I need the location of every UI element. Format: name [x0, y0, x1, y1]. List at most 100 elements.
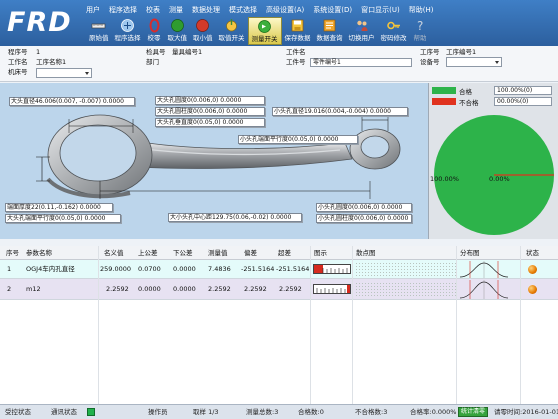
distribution-curve	[459, 280, 509, 299]
row-name: OGJ4车内孔直径	[26, 265, 75, 273]
measure-icon	[257, 19, 272, 34]
switch-user-label: 切换用户	[348, 34, 375, 42]
program-no-label: 程序号	[8, 48, 28, 56]
chevron-down-icon	[85, 72, 89, 75]
take-min-button[interactable]: 取小值	[190, 17, 216, 45]
row-measured: 2.2592	[208, 285, 231, 293]
menu-window[interactable]: 窗口显示(U)	[361, 4, 400, 16]
equipment-label: 设备号	[420, 58, 440, 66]
workpiece-no-label: 工件号	[286, 58, 306, 66]
row-no: 2	[7, 285, 12, 293]
fail-swatch	[432, 98, 456, 105]
small-end-cylindricity-label: 小头孔圆柱度0(0.006,0) 0.0000	[316, 214, 412, 223]
take-max-button[interactable]: 取大值	[165, 17, 191, 45]
menu-advanced[interactable]: 高级设置(A)	[266, 4, 304, 16]
dept-label: 部门	[146, 58, 159, 66]
pie-left-label: 100.00%	[430, 175, 459, 183]
small-end-roundness-label: 小头孔圆度0(0.006,0) 0.0000	[316, 203, 412, 212]
machine-select[interactable]	[36, 68, 92, 78]
zero-icon	[147, 18, 162, 33]
station-label: 工作名	[8, 58, 28, 66]
sample-label: 取样 1/3	[193, 408, 219, 416]
svg-text:?: ?	[417, 19, 423, 33]
menu-mode-select[interactable]: 模式选择	[229, 4, 257, 16]
raw-value-button[interactable]: 原始值	[86, 17, 112, 45]
program-no-value: 1	[36, 48, 41, 56]
menu-help[interactable]: 帮助(H)	[409, 4, 434, 16]
program-select-button[interactable]: 程序选择	[112, 17, 144, 45]
part-drawing-panel: 大头直径46.006(0.007, -0.007) 0.0000 大头孔圆度0(…	[0, 83, 428, 239]
control-status-label: 受控状态	[5, 408, 31, 416]
row-no: 1	[7, 265, 12, 273]
row-deviation: 2.2592	[244, 285, 267, 293]
min-icon	[195, 18, 210, 33]
col-no: 序号	[6, 249, 19, 257]
zero-calibrate-label: 校零	[147, 34, 161, 42]
row-name: m12	[26, 285, 41, 293]
pass-legend-row: 合格 100.00%(0)	[432, 86, 552, 96]
column-divider	[310, 246, 311, 404]
value-switch-button[interactable]: 取值开关	[216, 17, 248, 45]
small-end-parallelism-label: 小头孔端面平行度0(0.05,0) 0.0000	[238, 135, 358, 144]
total-count: 测量总数:3	[246, 408, 279, 416]
col-distribution: 分布图	[460, 249, 480, 257]
row-upper: 0.0000	[138, 285, 161, 293]
col-measured: 测量值	[208, 249, 228, 257]
measure-switch-label: 测量开关	[251, 35, 278, 43]
workpiece-no-field[interactable]: 零件编号1	[310, 58, 412, 67]
scatter-plot	[355, 282, 457, 296]
measurement-table: 序号 参数名称 名义值 上公差 下公差 测量值 偏差 超差 图示 散点图 分布图…	[0, 246, 558, 404]
comm-status-indicator	[87, 408, 95, 416]
big-end-cylindricity-label: 大头孔圆柱度0(0.006,0) 0.0000	[155, 107, 265, 116]
process-no-label: 工序号	[420, 48, 440, 56]
switch-user-button[interactable]: 切换用户	[346, 17, 378, 45]
scatter-plot	[355, 262, 457, 276]
help-button[interactable]: ? 帮助	[410, 17, 431, 45]
row-over: 2.2592	[279, 285, 302, 293]
table-header: 序号 参数名称 名义值 上公差 下公差 测量值 偏差 超差 图示 散点图 分布图…	[0, 246, 558, 260]
row-nominal: 2.2592	[106, 285, 129, 293]
col-name: 参数名称	[26, 249, 52, 257]
ruler-icon	[91, 18, 106, 33]
fail-legend-value: 00.00%(0)	[494, 97, 552, 106]
menu-data-process[interactable]: 数据处理	[192, 4, 220, 16]
tolerance-gauge	[313, 284, 351, 294]
col-lower: 下公差	[173, 249, 193, 257]
data-query-button[interactable]: 数据查询	[314, 17, 346, 45]
comm-status-label: 通讯状态	[51, 408, 77, 416]
data-query-label: 数据查询	[316, 34, 343, 42]
save-data-label: 保存数据	[284, 34, 311, 42]
pass-legend-value: 100.00%(0)	[494, 86, 552, 95]
col-scatter: 散点图	[356, 249, 376, 257]
equipment-select[interactable]	[446, 57, 502, 67]
status-bar: 受控状态 通讯状态 操作员 取样 1/3 测量总数:3 合格数:0 不合格数:3…	[0, 404, 558, 419]
clear-stats-button[interactable]: 统计清零	[458, 407, 489, 417]
table-row[interactable]: 1 OGJ4车内孔直径 259.0000 0.0700 0.0000 7.483…	[0, 260, 558, 279]
table-row[interactable]: 2 m12 2.2592 0.0000 0.0000 2.2592 2.2592…	[0, 279, 558, 300]
pass-pie-chart: 100.00% 0.00%	[430, 115, 554, 235]
save-data-button[interactable]: 保存数据	[282, 17, 314, 45]
zero-calibrate-button[interactable]: 校零	[144, 17, 165, 45]
menu-program-select[interactable]: 程序选择	[109, 4, 137, 16]
row-upper: 0.0700	[138, 265, 161, 273]
info-panel: 程序号 1 检具号 量具编号1 工件名 工序号 工序编号1 工作名 工序名称1 …	[0, 46, 558, 82]
menu-calibrate[interactable]: 校表	[146, 4, 160, 16]
status-icon	[528, 265, 537, 274]
menu-user[interactable]: 用户	[86, 4, 100, 16]
col-graphic: 图示	[314, 249, 327, 257]
tolerance-gauge	[313, 264, 351, 274]
switch-icon	[224, 18, 239, 33]
col-upper: 上公差	[138, 249, 158, 257]
take-max-label: 取大值	[167, 34, 188, 42]
row-over: -251.5164	[276, 265, 310, 273]
column-divider	[98, 246, 99, 404]
menu-measure[interactable]: 测量	[169, 4, 183, 16]
fail-count: 不合格数:3	[355, 408, 388, 416]
pass-rate: 合格率:0.000%	[410, 408, 457, 416]
change-password-button[interactable]: 密码修改	[378, 17, 410, 45]
measure-switch-button[interactable]: 测量开关	[247, 17, 282, 45]
fail-legend-label: 不合格	[459, 98, 479, 107]
menu-system[interactable]: 系统设置(D)	[313, 4, 352, 16]
machine-label: 机床号	[8, 68, 28, 76]
value-switch-label: 取值开关	[218, 34, 245, 42]
